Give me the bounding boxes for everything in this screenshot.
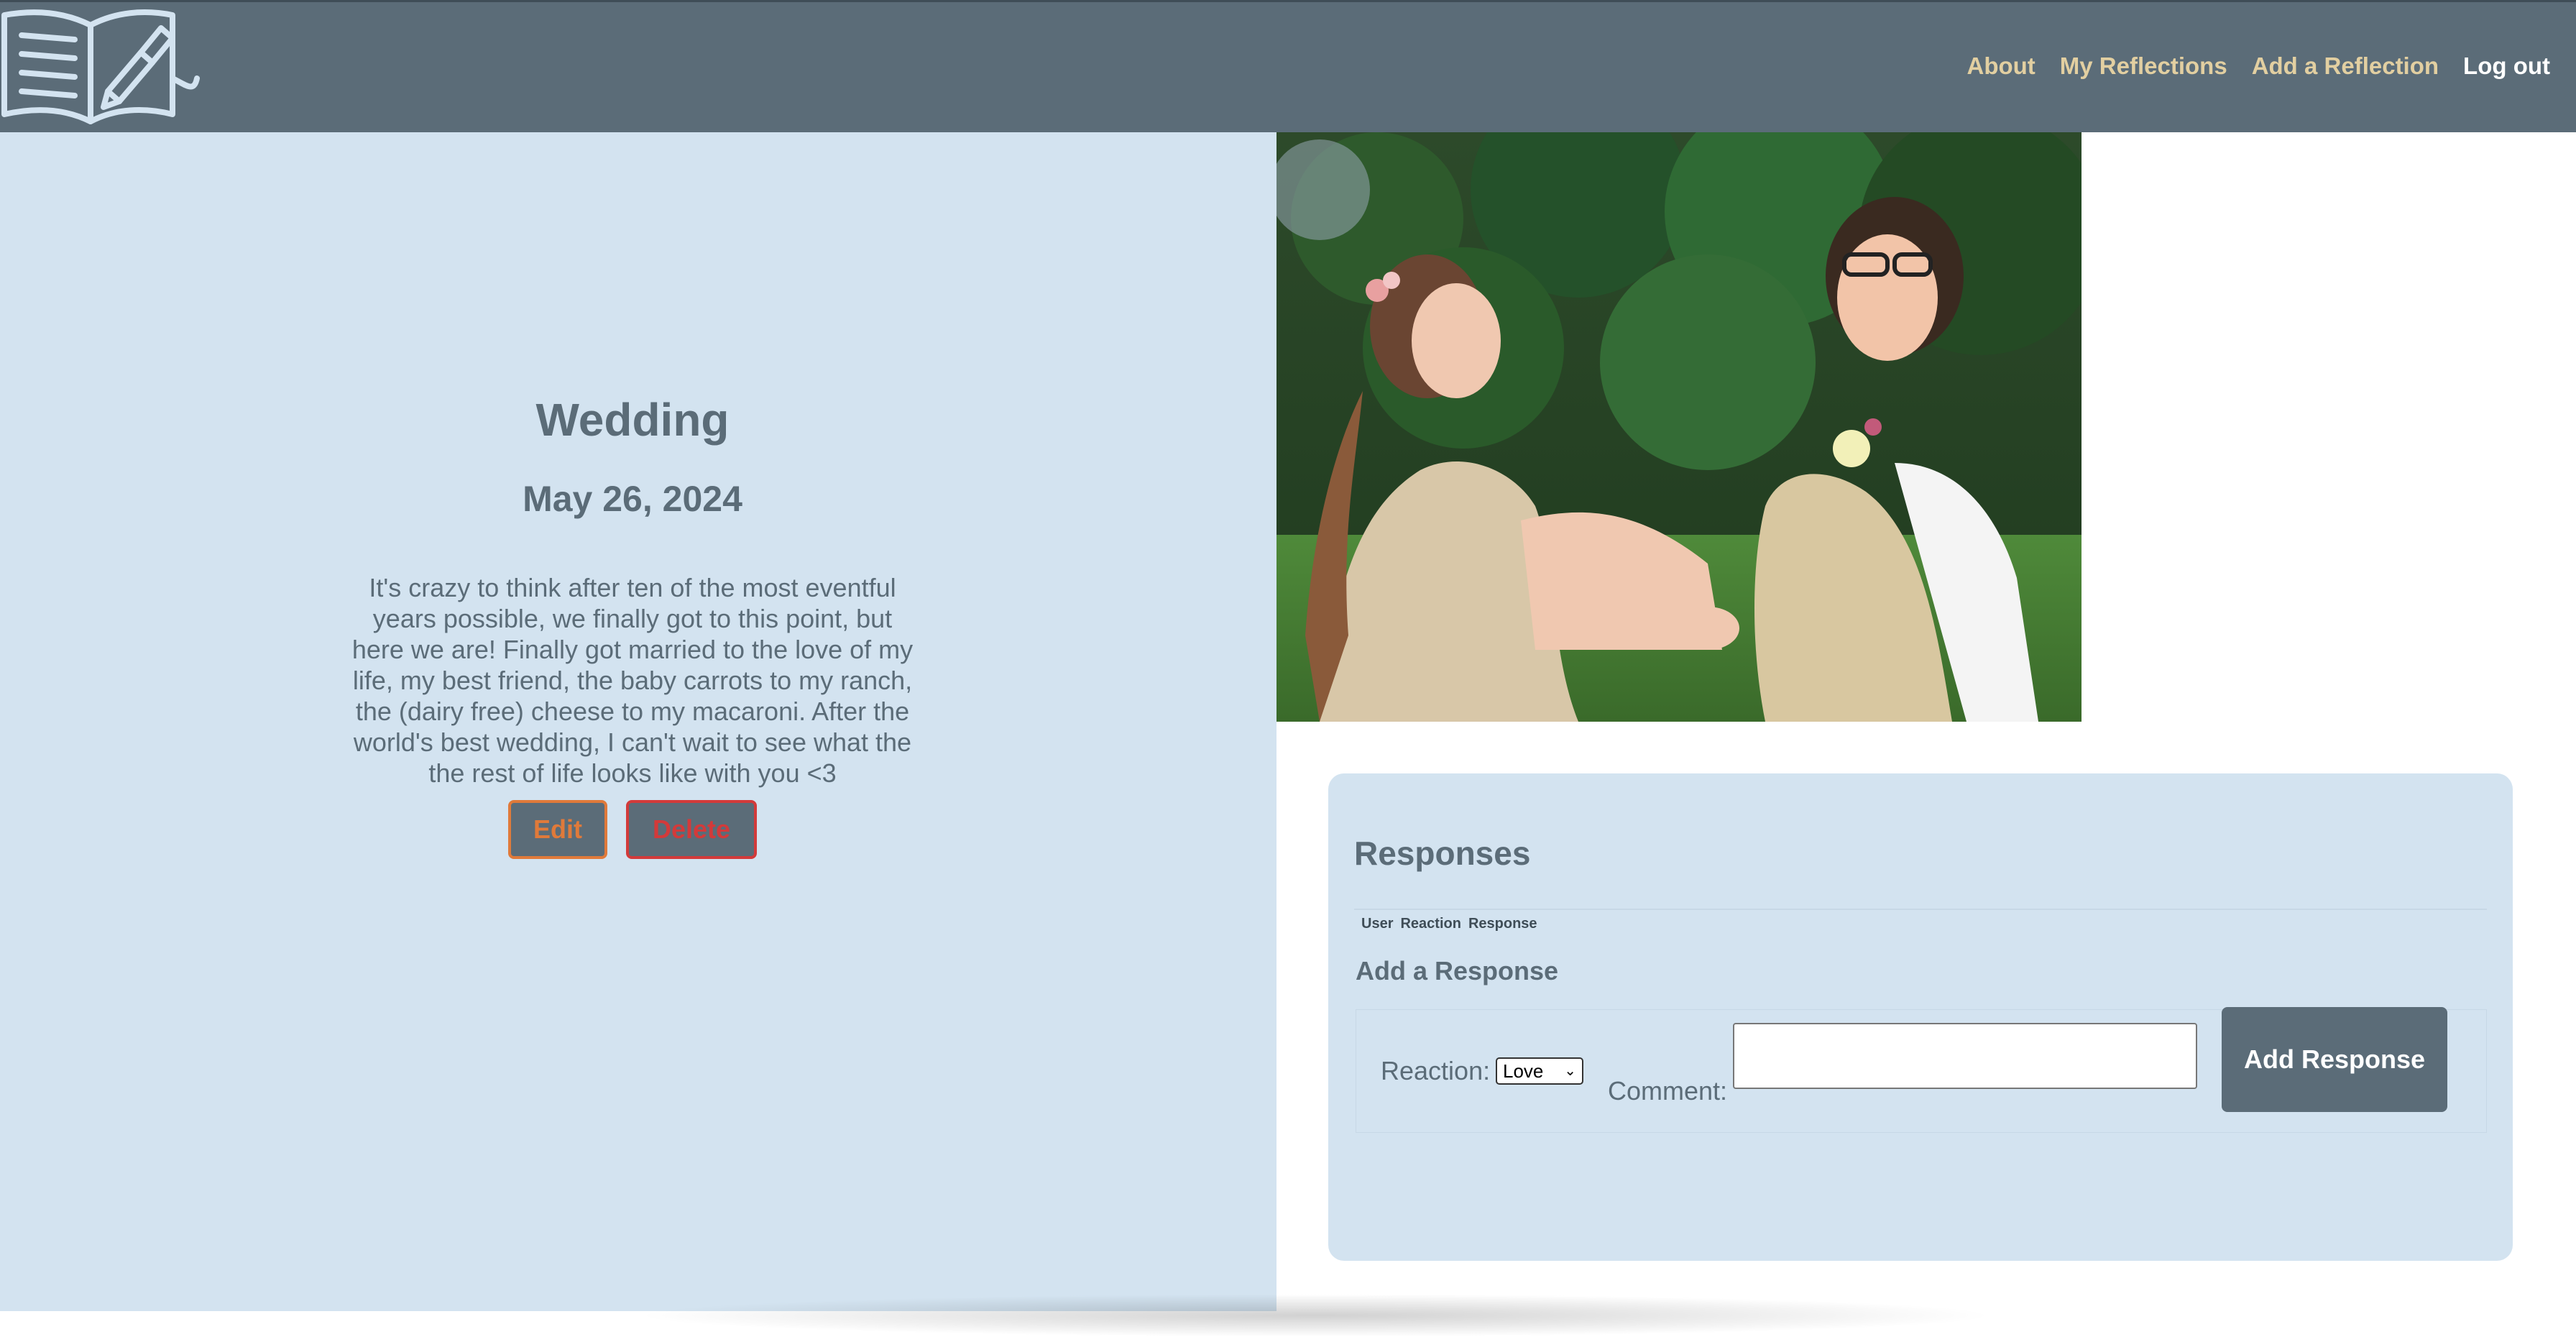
top-navbar: About My Reflections Add a Reflection Lo… <box>0 0 2576 132</box>
detail-panel: Responses User Reaction Response Add a R… <box>1276 132 2576 1311</box>
add-response-button[interactable]: Add Response <box>2222 1007 2447 1112</box>
edit-button[interactable]: Edit <box>508 800 607 859</box>
column-response: Response <box>1468 916 1537 932</box>
add-response-title: Add a Response <box>1356 956 1559 985</box>
comment-label: Comment: <box>1608 1076 1728 1106</box>
nav-add-reflection[interactable]: Add a Reflection <box>2252 52 2439 80</box>
reaction-select[interactable]: Love ⌄ <box>1496 1057 1583 1085</box>
comment-textarea[interactable] <box>1733 1023 2197 1089</box>
reaction-selected-value: Love <box>1503 1060 1544 1082</box>
chevron-down-icon: ⌄ <box>1564 1063 1576 1079</box>
wedding-photo <box>1276 132 2082 722</box>
nav-about[interactable]: About <box>1967 52 2036 80</box>
nav-my-reflections[interactable]: My Reflections <box>2060 52 2227 80</box>
reflection-panel: Wedding May 26, 2024 It's crazy to think… <box>0 132 1276 1311</box>
add-response-form: Reaction: Love ⌄ Comment: Add Response <box>1356 1007 2487 1133</box>
reflection-date: May 26, 2024 <box>523 479 742 519</box>
responses-table-header: User Reaction Response <box>1354 909 2487 932</box>
nav-logout[interactable]: Log out <box>2463 52 2550 80</box>
responses-title: Responses <box>1354 835 1531 872</box>
reaction-label: Reaction: <box>1381 1056 1491 1085</box>
nav-links: About My Reflections Add a Reflection Lo… <box>1967 52 2551 80</box>
reflection-actions: Edit Delete <box>331 800 934 859</box>
responses-card: Responses User Reaction Response Add a R… <box>1328 773 2513 1261</box>
delete-button[interactable]: Delete <box>626 800 757 859</box>
reflection-title: Wedding <box>535 394 730 446</box>
footer-shadow <box>632 1294 1998 1337</box>
book-pen-logo-icon[interactable] <box>0 6 201 129</box>
column-reaction: Reaction <box>1400 916 1461 932</box>
reflection-body: It's crazy to think after ten of the mos… <box>351 573 914 788</box>
reflection-card: Wedding May 26, 2024 It's crazy to think… <box>331 391 934 859</box>
column-user: User <box>1361 916 1394 932</box>
